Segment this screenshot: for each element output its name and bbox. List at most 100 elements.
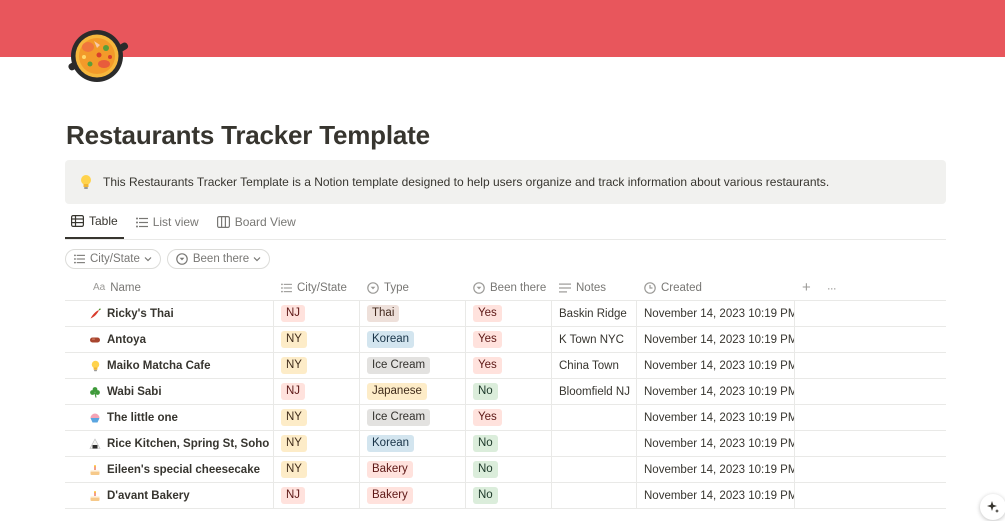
select-icon [473, 281, 485, 294]
tab-list-view[interactable]: List view [130, 211, 205, 239]
been-there-tag: Yes [473, 305, 502, 322]
been-there-tag: No [473, 461, 498, 478]
city-state-tag: NY [281, 435, 307, 452]
chevron-down-icon [144, 257, 152, 262]
table-row[interactable]: Antoya NY Korean Yes K Town NYC November… [65, 327, 946, 353]
filter-been-there[interactable]: Been there [166, 249, 271, 269]
list-icon [74, 254, 85, 264]
been-there-tag: No [473, 383, 498, 400]
tab-board-view-label: Board View [234, 215, 296, 229]
ai-assistant-button[interactable] [980, 494, 1005, 520]
been-there-tag: Yes [473, 409, 502, 426]
page-title[interactable]: Restaurants Tracker Template [66, 120, 430, 151]
paella-pan-icon[interactable] [66, 24, 130, 88]
filter-bar: City/State Been there [65, 249, 271, 269]
created-date: November 14, 2023 10:19 PM [644, 463, 795, 476]
created-date: November 14, 2023 10:19 PM [644, 359, 795, 372]
created-date: November 14, 2023 10:19 PM [644, 333, 795, 346]
restaurants-table: Aa Name City/State Type Been there Notes… [65, 275, 946, 509]
notes-text: Bloomfield NJ [559, 385, 630, 398]
table-row[interactable]: D'avant Bakery NJ Bakery No November 14,… [65, 483, 946, 509]
column-header-actions: + ··· [795, 275, 946, 300]
type-tag: Korean [367, 331, 415, 348]
tab-board-view[interactable]: Board View [211, 211, 302, 239]
city-state-tag: NY [281, 461, 307, 478]
name-cell[interactable]: Antoya [65, 327, 274, 352]
been-there-tag: Yes [473, 331, 502, 348]
chevron-down-icon [253, 257, 261, 262]
name-cell[interactable]: Ricky's Thai [65, 301, 274, 326]
tab-table[interactable]: Table [65, 211, 124, 239]
name-cell[interactable]: Wabi Sabi [65, 379, 274, 404]
sausage-icon [89, 334, 101, 346]
name-cell[interactable]: Rice Kitchen, Spring St, Soho [65, 431, 274, 456]
type-tag: Ice Cream [367, 357, 431, 374]
text-lines-icon [559, 283, 571, 293]
board-icon [216, 216, 230, 228]
created-date: November 14, 2023 10:19 PM [644, 489, 795, 502]
list-icon [135, 217, 148, 227]
page-cover [0, 0, 1005, 57]
name-cell[interactable]: The little one [65, 405, 274, 430]
column-header-city-state[interactable]: City/State [274, 275, 360, 300]
type-tag: Thai [367, 305, 400, 322]
text-property-icon: Aa [93, 282, 106, 293]
add-property-icon[interactable]: + [802, 279, 811, 296]
view-tabs: Table List view Board View [65, 212, 946, 240]
created-date: November 14, 2023 10:19 PM [644, 437, 795, 450]
city-state-tag: NJ [281, 487, 306, 504]
shamrock-icon [89, 386, 101, 398]
sparkle-icon [987, 501, 999, 513]
type-tag: Korean [367, 435, 415, 452]
name-cell[interactable]: D'avant Bakery [65, 483, 274, 508]
shaved-ice-icon [89, 412, 101, 424]
tab-list-view-label: List view [152, 215, 199, 229]
city-state-tag: NJ [281, 305, 306, 322]
city-state-tag: NJ [281, 383, 306, 400]
table-row[interactable]: The little one NY Ice Cream Yes November… [65, 405, 946, 431]
name-cell[interactable]: Eileen's special cheesecake [65, 457, 274, 482]
tab-table-label: Table [89, 214, 118, 228]
column-header-notes[interactable]: Notes [552, 275, 637, 300]
table-row[interactable]: Maiko Matcha Cafe NY Ice Cream Yes China… [65, 353, 946, 379]
column-header-created[interactable]: Created [637, 275, 795, 300]
cake-icon [89, 464, 101, 476]
created-date: November 14, 2023 10:19 PM [644, 385, 795, 398]
type-tag: Ice Cream [367, 409, 431, 426]
column-header-type[interactable]: Type [360, 275, 466, 300]
chili-pepper-icon [89, 307, 101, 320]
city-state-tag: NY [281, 357, 307, 374]
more-options-icon[interactable]: ··· [827, 281, 837, 295]
type-tag: Japanese [367, 383, 427, 400]
type-tag: Bakery [367, 461, 413, 478]
table-icon [71, 215, 84, 227]
created-date: November 14, 2023 10:19 PM [644, 411, 795, 424]
city-state-tag: NY [281, 409, 307, 426]
notes-text: Baskin Ridge [559, 307, 627, 320]
callout-text: This Restaurants Tracker Template is a N… [103, 175, 830, 189]
column-header-name[interactable]: Aa Name [65, 275, 274, 300]
table-row[interactable]: Ricky's Thai NJ Thai Yes Baskin Ridge No… [65, 301, 946, 327]
lightbulb-icon [79, 173, 93, 191]
table-row[interactable]: Eileen's special cheesecake NY Bakery No… [65, 457, 946, 483]
city-state-tag: NY [281, 331, 307, 348]
table-header: Aa Name City/State Type Been there Notes… [65, 275, 946, 301]
filter-city-state[interactable]: City/State [65, 249, 161, 269]
type-tag: Bakery [367, 487, 413, 504]
created-date: November 14, 2023 10:19 PM [644, 307, 795, 320]
onigiri-icon [89, 437, 101, 450]
been-there-tag: No [473, 435, 498, 452]
name-cell[interactable]: Maiko Matcha Cafe [65, 353, 274, 378]
notes-text: China Town [559, 359, 619, 372]
column-header-been-there[interactable]: Been there [466, 275, 552, 300]
filter-city-state-label: City/State [90, 253, 140, 265]
cake-icon [89, 490, 101, 502]
table-row[interactable]: Rice Kitchen, Spring St, Soho NY Korean … [65, 431, 946, 457]
table-row[interactable]: Wabi Sabi NJ Japanese No Bloomfield NJ N… [65, 379, 946, 405]
notes-text: K Town NYC [559, 333, 624, 346]
clock-icon [644, 281, 656, 294]
select-icon [367, 281, 379, 294]
lightbulb-icon [89, 360, 101, 372]
list-icon [281, 282, 292, 293]
been-there-tag: Yes [473, 357, 502, 374]
